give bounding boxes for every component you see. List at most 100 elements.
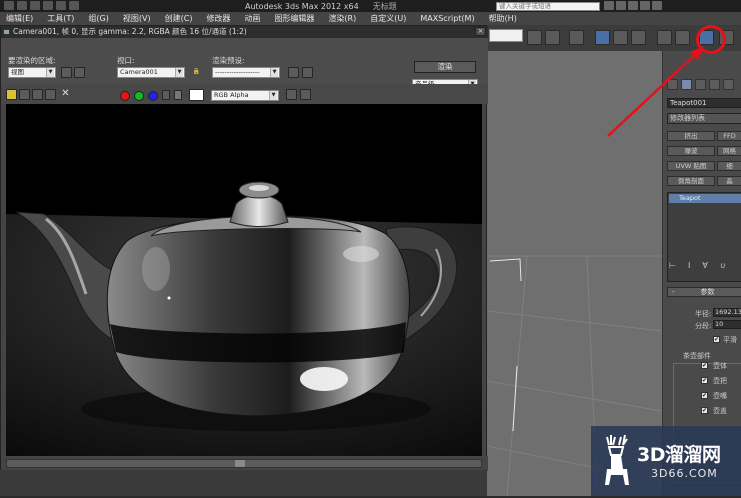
selection-set-dropdown[interactable] [489, 29, 523, 42]
clear-icon[interactable]: ✕ [60, 89, 71, 100]
viewport-dropdown[interactable]: Camera001 ▼ [117, 67, 185, 78]
rendered-frame-window: Camera001, 帧 0, 显示 gamma: 2.2, RGBA 颜色 1… [0, 25, 488, 471]
menu-animation[interactable]: 动画 [244, 13, 260, 24]
highlight-circle [696, 25, 726, 54]
teapot-parts-label: 茶壶部件 [683, 352, 711, 360]
close-icon[interactable]: × [475, 27, 486, 36]
stack-item-teapot[interactable]: Teapot [669, 194, 741, 203]
red-channel-icon[interactable] [120, 91, 130, 101]
redo-icon[interactable] [69, 1, 79, 10]
menu-customize[interactable]: 自定义(U) [370, 13, 406, 24]
auto-region-icon[interactable] [74, 67, 85, 78]
menu-maxscript[interactable]: MAXScript(M) [420, 14, 474, 23]
menu-rendering[interactable]: 渲染(R) [328, 13, 356, 24]
print-image-icon[interactable] [45, 89, 56, 100]
lock-icon[interactable]: 🔒 [191, 67, 202, 78]
spout-label: 壶嘴 [713, 392, 727, 400]
align-icon[interactable] [545, 30, 560, 45]
menu-modifiers[interactable]: 修改器 [206, 13, 230, 24]
rendered-teapot-image [6, 104, 482, 456]
search-input[interactable]: 键入关键字或短语 [496, 2, 600, 11]
save-icon[interactable] [43, 1, 53, 10]
menu-edit[interactable]: 编辑(E) [6, 13, 33, 24]
chevron-down-icon: ▼ [175, 68, 183, 77]
scrollbar-thumb[interactable] [235, 460, 245, 467]
annotation-arrow [607, 46, 704, 137]
area-to-render-dropdown[interactable]: 视图 ▼ [8, 67, 56, 78]
quick-access-toolbar [4, 1, 79, 10]
mirror-icon[interactable] [527, 30, 542, 45]
clone-frame-icon[interactable] [32, 89, 43, 100]
parameters-rollout-header[interactable]: - 参数 [667, 287, 741, 297]
body-label: 壶体 [713, 362, 727, 370]
toggle-ui-icon[interactable] [300, 89, 311, 100]
menu-tools[interactable]: 工具(T) [47, 13, 74, 24]
display-tab-icon[interactable] [723, 79, 734, 90]
toggle-ui-overlay-icon[interactable] [286, 89, 297, 100]
horizontal-scrollbar[interactable] [6, 459, 482, 468]
subscription-icon[interactable] [616, 1, 626, 10]
render-button[interactable]: 渲染 [414, 61, 476, 73]
mesh-button[interactable]: 网格 [717, 146, 741, 156]
uvw-map-button[interactable]: UVW 贴图 [667, 161, 715, 171]
watermark-subtitle: 3D66.COM [651, 467, 718, 480]
render-window-title[interactable]: Camera001, 帧 0, 显示 gamma: 2.2, RGBA 颜色 1… [1, 26, 488, 38]
watermark-title: 3D溜溜网 [637, 444, 721, 466]
communication-icon[interactable] [628, 1, 638, 10]
rollout-title: 参数 [700, 288, 715, 296]
status-area [0, 470, 487, 496]
help-icon[interactable] [652, 1, 662, 10]
menu-graph-editors[interactable]: 图形编辑器 [274, 13, 314, 24]
green-channel-icon[interactable] [134, 91, 144, 101]
layer-manager-icon[interactable] [569, 30, 584, 45]
chevron-down-icon: ▼ [269, 91, 277, 100]
smooth-checkbox[interactable]: ✔ [713, 336, 720, 343]
swatch-color[interactable] [189, 89, 204, 101]
monochrome-icon[interactable] [174, 90, 182, 100]
handle-label: 壶把 [713, 377, 727, 385]
handle-checkbox[interactable]: ✔ [701, 377, 708, 384]
favorites-icon[interactable] [640, 1, 650, 10]
make-unique-icon[interactable]: ∀ [702, 261, 707, 270]
menu-help[interactable]: 帮助(H) [489, 13, 517, 24]
save-image-icon[interactable] [6, 89, 17, 100]
menu-bar: 编辑(E) 工具(T) 组(G) 视图(V) 创建(C) 修改器 动画 图形编辑… [0, 12, 741, 25]
pin-stack-icon[interactable]: ⊢ [669, 261, 676, 270]
segments-input[interactable]: 10 [713, 320, 741, 329]
app-name: Autodesk 3ds Max 2012 x64 [245, 2, 359, 11]
render-preset-dropdown[interactable]: ------------------- ▼ [212, 67, 280, 78]
show-end-result-icon[interactable]: I [688, 261, 690, 270]
render-canvas [6, 104, 482, 456]
menu-create[interactable]: 创建(C) [165, 13, 193, 24]
ffd-button[interactable]: FFD [717, 131, 741, 141]
chevron-down-icon: ▼ [270, 68, 278, 77]
alpha-channel-icon[interactable] [162, 90, 170, 100]
area-to-render-label: 要渲染的区域: [8, 56, 56, 65]
document-title: 无标题 [372, 2, 397, 11]
viewport-value: Camera001 [120, 68, 158, 76]
lid-checkbox[interactable]: ✔ [701, 407, 708, 414]
subdivide-button[interactable]: 细 [717, 161, 741, 171]
menu-views[interactable]: 视图(V) [123, 13, 151, 24]
lattice-button[interactable]: 晶 [717, 176, 741, 186]
undo-icon[interactable] [56, 1, 66, 10]
noise-button[interactable]: 噪波 [667, 146, 715, 156]
collapse-icon: - [672, 288, 675, 296]
copy-image-icon[interactable] [19, 89, 30, 100]
open-file-icon[interactable] [30, 1, 40, 10]
spout-checkbox[interactable]: ✔ [701, 392, 708, 399]
body-checkbox[interactable]: ✔ [701, 362, 708, 369]
remove-modifier-icon[interactable]: ∪ [720, 261, 726, 270]
app-menu-icon[interactable] [4, 1, 14, 10]
environment-effects-icon[interactable] [302, 67, 313, 78]
channel-display-dropdown[interactable]: RGB Alpha ▼ [211, 90, 279, 101]
new-file-icon[interactable] [17, 1, 27, 10]
edit-region-icon[interactable] [61, 67, 72, 78]
bevel-profile-button[interactable]: 倒角剖面 [667, 176, 715, 186]
radius-input[interactable]: 1692.137 [713, 308, 741, 317]
render-setup-icon[interactable] [288, 67, 299, 78]
menu-group[interactable]: 组(G) [88, 13, 108, 24]
blue-channel-icon[interactable] [148, 91, 158, 101]
search-icon[interactable] [604, 1, 614, 10]
motion-tab-icon[interactable] [709, 79, 720, 90]
